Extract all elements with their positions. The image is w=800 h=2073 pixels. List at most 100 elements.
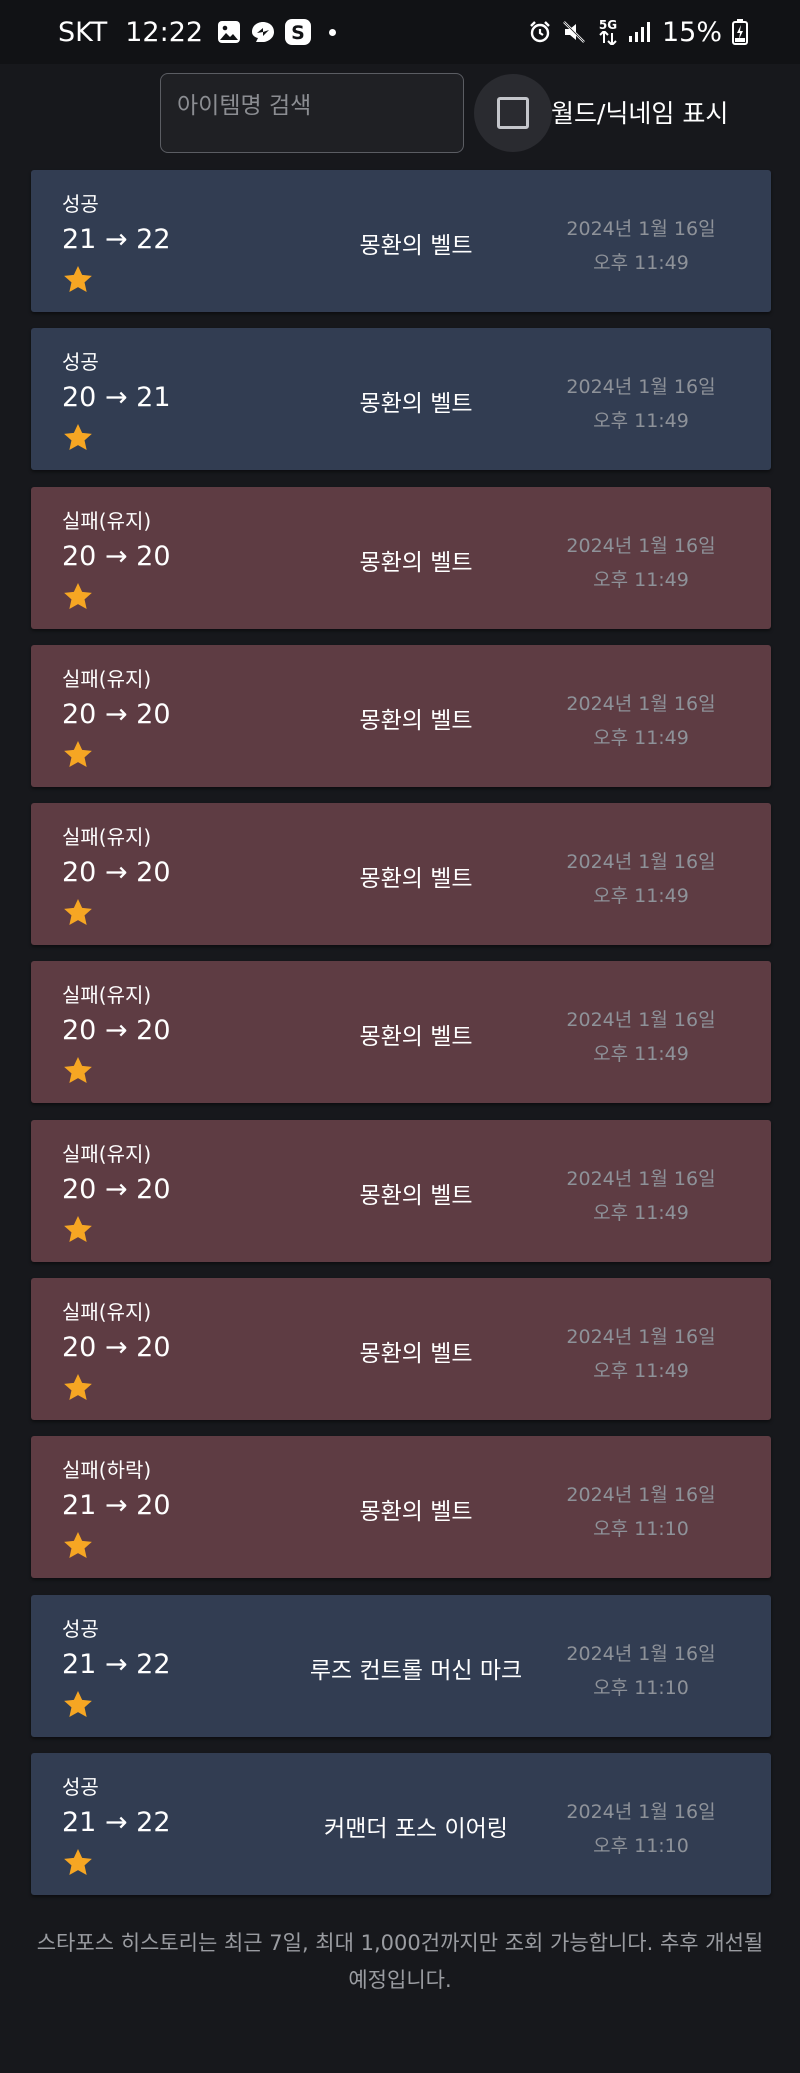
signal-icon — [628, 21, 650, 43]
notification-dot-icon — [329, 28, 337, 36]
history-card[interactable]: 실패(유지) 20 → 20 몽환의 벨트 2024년 1월 16일 오후 11… — [31, 644, 771, 787]
mute-icon — [562, 20, 588, 44]
timestamp-date: 2024년 1월 16일 — [566, 851, 716, 874]
result-label: 실패(하락) — [62, 1458, 152, 1483]
timestamp: 2024년 1월 16일 오후 11:10 — [541, 1478, 741, 1546]
result-label: 실패(유지) — [62, 825, 152, 850]
clock: 12:22 — [125, 16, 204, 48]
timestamp-time: 오후 11:49 — [593, 252, 689, 274]
star-icon — [64, 1690, 92, 1717]
star-icon — [64, 1215, 92, 1242]
s-app-icon: S — [285, 19, 312, 45]
star-level-change: 20 → 20 — [62, 698, 171, 730]
timestamp-date: 2024년 1월 16일 — [566, 1009, 716, 1032]
item-search-input[interactable] — [160, 73, 464, 153]
star-icon — [64, 424, 92, 451]
carrier-label: SKT — [58, 16, 108, 48]
timestamp: 2024년 1월 16일 오후 11:49 — [541, 370, 741, 438]
status-bar-left: SKT 12:22 S — [58, 0, 337, 64]
world-nickname-label[interactable]: 월드/닉네임 표시 — [551, 94, 728, 130]
network-type-label: 5G — [598, 18, 618, 32]
star-icon — [64, 1848, 92, 1875]
star-level-change: 20 → 20 — [62, 1015, 171, 1047]
star-icon — [64, 1057, 92, 1084]
star-icon — [64, 740, 92, 767]
result-label: 실패(유지) — [62, 508, 152, 533]
timestamp-time: 오후 11:10 — [593, 1834, 689, 1857]
timestamp-date: 2024년 1월 16일 — [566, 1484, 716, 1507]
history-card[interactable]: 실패(유지) 20 → 20 몽환의 벨트 2024년 1월 16일 오후 11… — [31, 803, 771, 946]
timestamp: 2024년 1월 16일 오후 11:49 — [541, 845, 741, 913]
timestamp-time: 오후 11:49 — [593, 410, 689, 433]
timestamp-date: 2024년 1월 16일 — [566, 1167, 716, 1190]
timestamp-date: 2024년 1월 16일 — [566, 1642, 716, 1665]
history-card[interactable]: 성공 21 → 22 루즈 컨트롤 머신 마크 2024년 1월 16일 오후 … — [31, 1594, 771, 1737]
result-label: 실패(유지) — [62, 1300, 152, 1325]
star-icon — [64, 582, 92, 609]
timestamp-date: 2024년 1월 16일 — [566, 218, 716, 240]
star-level-change: 20 → 20 — [62, 1173, 171, 1205]
timestamp-date: 2024년 1월 16일 — [566, 1800, 716, 1823]
messenger-icon — [249, 20, 277, 44]
result-label: 성공 — [62, 192, 99, 216]
star-level-change: 20 → 21 — [62, 382, 171, 414]
battery-charging-icon — [732, 19, 748, 45]
status-bar: SKT 12:22 S 5G 15% — [0, 0, 800, 64]
alarm-icon — [528, 20, 552, 44]
star-icon — [64, 1532, 92, 1559]
timestamp-time: 오후 11:10 — [593, 1518, 689, 1541]
timestamp-time: 오후 11:49 — [593, 726, 689, 749]
timestamp-time: 오후 11:49 — [593, 568, 689, 591]
timestamp-time: 오후 11:49 — [593, 1360, 689, 1383]
history-card[interactable]: 성공 21 → 22 커맨더 포스 이어링 2024년 1월 16일 오후 11… — [31, 1752, 771, 1895]
history-card[interactable]: 성공 21 → 22 몽환의 벨트 2024년 1월 16일 오후 11:49 — [31, 170, 771, 312]
history-card[interactable]: 실패(유지) 20 → 20 몽환의 벨트 2024년 1월 16일 오후 11… — [31, 486, 771, 629]
timestamp-date: 2024년 1월 16일 — [566, 1326, 716, 1349]
timestamp: 2024년 1월 16일 오후 11:49 — [541, 1003, 741, 1071]
history-limit-notice: 스타포스 히스토리는 최근 7일, 최대 1,000건까지만 조회 가능합니다.… — [36, 1931, 764, 1992]
svg-text:S: S — [291, 22, 305, 44]
timestamp-date: 2024년 1월 16일 — [566, 376, 716, 399]
timestamp-time: 오후 11:10 — [593, 1676, 689, 1699]
star-level-change: 20 → 20 — [62, 540, 171, 572]
data-arrows-icon: 5G — [598, 19, 618, 45]
checkbox-box — [497, 97, 529, 129]
result-label: 실패(유지) — [62, 1141, 152, 1166]
gallery-icon — [217, 20, 241, 44]
timestamp-date: 2024년 1월 16일 — [566, 692, 716, 715]
timestamp: 2024년 1월 16일 오후 11:49 — [541, 529, 741, 597]
battery-percentage: 15% — [661, 16, 722, 48]
timestamp-date: 2024년 1월 16일 — [566, 534, 716, 557]
timestamp: 2024년 1월 16일 오후 11:49 — [541, 1162, 741, 1230]
star-level-change: 21 → 22 — [62, 1648, 171, 1680]
timestamp: 2024년 1월 16일 오후 11:49 — [541, 1320, 741, 1388]
star-icon — [64, 899, 92, 926]
result-label: 실패(유지) — [62, 983, 152, 1008]
result-label: 실패(유지) — [62, 666, 152, 691]
history-card[interactable]: 실패(유지) 20 → 20 몽환의 벨트 2024년 1월 16일 오후 11… — [31, 1119, 771, 1262]
star-icon — [64, 1374, 92, 1401]
status-bar-right: 5G 15% — [518, 0, 748, 64]
result-label: 성공 — [62, 1616, 99, 1641]
world-nickname-checkbox[interactable] — [474, 74, 552, 152]
timestamp: 2024년 1월 16일 오후 11:49 — [541, 212, 741, 280]
history-card[interactable]: 실패(유지) 20 → 20 몽환의 벨트 2024년 1월 16일 오후 11… — [31, 961, 771, 1104]
history-card[interactable]: 성공 20 → 21 몽환의 벨트 2024년 1월 16일 오후 11:49 — [31, 328, 771, 471]
result-label: 성공 — [62, 1774, 99, 1799]
star-level-change: 21 → 20 — [62, 1490, 171, 1522]
history-card[interactable]: 실패(유지) 20 → 20 몽환의 벨트 2024년 1월 16일 오후 11… — [31, 1278, 771, 1421]
star-level-change: 20 → 20 — [62, 857, 171, 889]
timestamp-time: 오후 11:49 — [593, 1201, 689, 1224]
timestamp: 2024년 1월 16일 오후 11:10 — [541, 1795, 741, 1863]
timestamp-time: 오후 11:49 — [593, 1043, 689, 1066]
timestamp: 2024년 1월 16일 오후 11:10 — [541, 1637, 741, 1705]
history-card[interactable]: 실패(하락) 21 → 20 몽환의 벨트 2024년 1월 16일 오후 11… — [31, 1436, 771, 1579]
star-level-change: 21 → 22 — [62, 1806, 171, 1838]
timestamp-time: 오후 11:49 — [593, 885, 689, 908]
star-level-change: 20 → 20 — [62, 1332, 171, 1364]
star-level-change: 21 → 22 — [62, 224, 171, 255]
timestamp: 2024년 1월 16일 오후 11:49 — [541, 687, 741, 755]
star-icon — [64, 266, 92, 292]
result-label: 성공 — [62, 350, 99, 375]
starforce-history-list: 성공 21 → 22 몽환의 벨트 2024년 1월 16일 오후 11:49 … — [31, 170, 771, 1911]
